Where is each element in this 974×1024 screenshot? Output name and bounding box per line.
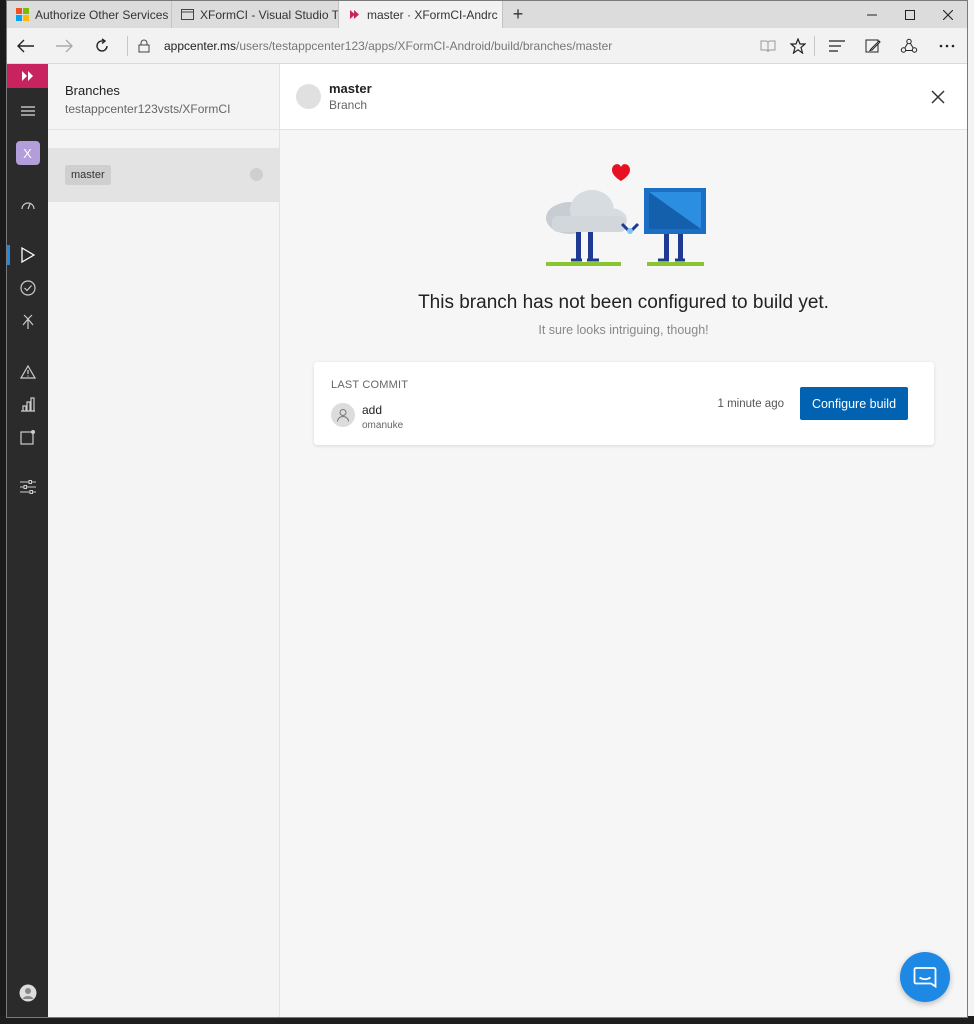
branches-header: Branches testappcenter123vsts/XFormCI <box>48 64 279 130</box>
play-icon <box>20 247 35 263</box>
more-icon <box>939 44 955 47</box>
branch-detail-header: master Branch <box>280 64 967 130</box>
tab-master-active[interactable]: master · XFormCI-Andrc ✕ <box>339 1 503 28</box>
branch-status-icon <box>296 84 321 109</box>
chat-icon <box>913 967 937 988</box>
browser-window: Authorize Other Services | M XFormCI - V… <box>6 0 968 1018</box>
page-icon <box>180 8 194 22</box>
nav-analytics[interactable] <box>7 391 48 417</box>
commit-timestamp: 1 minute ago <box>717 398 785 410</box>
nav-overview[interactable] <box>7 192 48 218</box>
tab-label: master · XFormCI-Andrc <box>367 7 498 22</box>
nav-crashes[interactable] <box>7 359 48 385</box>
window-controls <box>853 1 967 28</box>
refresh-icon <box>96 37 108 52</box>
minimize-button[interactable] <box>853 1 891 28</box>
check-circle-icon <box>19 280 36 296</box>
back-button[interactable] <box>7 28 45 64</box>
web-note-button[interactable] <box>855 28 891 64</box>
pen-icon <box>865 39 881 52</box>
branch-title: master <box>329 81 372 96</box>
sliders-icon <box>19 480 36 494</box>
branch-status-dot <box>250 168 263 181</box>
close-panel-button[interactable] <box>927 86 949 108</box>
nav-build[interactable] <box>7 242 48 268</box>
commit-message: add <box>362 403 383 417</box>
header-text: master Branch <box>329 81 372 112</box>
more-button[interactable] <box>927 28 967 64</box>
back-arrow-icon <box>17 39 34 52</box>
commit-author-avatar <box>331 403 355 427</box>
address-bar: appcenter.ms/users/testappcenter123/apps… <box>7 28 967 64</box>
branch-detail-panel: master Branch This branch has not been c… <box>280 64 967 1017</box>
repository-name: testappcenter123vsts/XFormCI <box>65 102 231 116</box>
branches-title: Branches <box>65 83 120 98</box>
new-tab-button[interactable]: + <box>503 1 533 28</box>
tab-bar: Authorize Other Services | M XFormCI - V… <box>7 1 967 28</box>
person-icon <box>337 409 349 422</box>
last-commit-card: LAST COMMIT add omanuke 1 minute ago Con… <box>314 362 934 445</box>
empty-state-subtitle: It sure looks intriguing, though! <box>538 323 709 337</box>
branches-panel: Branches testappcenter123vsts/XFormCI ma… <box>48 64 280 1017</box>
empty-state-title: This branch has not been configured to b… <box>418 292 829 313</box>
star-icon <box>790 37 806 54</box>
toolbar-divider <box>814 35 815 56</box>
warning-icon <box>19 365 36 379</box>
appcenter-logo-icon <box>347 8 361 22</box>
forward-button[interactable] <box>45 28 83 64</box>
tab-label: Authorize Other Services | M <box>35 7 171 22</box>
distribute-icon <box>22 314 33 329</box>
share-button[interactable] <box>891 28 927 64</box>
divider <box>127 35 128 56</box>
gauge-icon <box>20 202 35 210</box>
microsoft-logo-icon <box>15 8 29 22</box>
close-icon <box>931 90 945 104</box>
nav-rail: X <box>7 64 48 1017</box>
close-window-button[interactable] <box>929 1 967 28</box>
tab-authorize[interactable]: Authorize Other Services | M <box>7 1 172 28</box>
share-icon <box>900 38 918 53</box>
url-path: /users/testappcenter123/apps/XFormCI-And… <box>236 38 613 53</box>
tab-xformci-vsts[interactable]: XFormCI - Visual Studio Tear <box>172 1 339 28</box>
branch-item-master[interactable]: master <box>48 148 279 202</box>
nav-push[interactable] <box>7 424 48 450</box>
branch-name-tag: master <box>65 165 111 185</box>
branch-subtitle: Branch <box>329 98 368 112</box>
url-host: appcenter.ms <box>164 38 237 53</box>
nav-distribute[interactable] <box>7 309 48 335</box>
app-avatar: X <box>15 141 40 165</box>
hub-icon <box>829 39 845 52</box>
configure-build-button[interactable]: Configure build <box>800 387 908 420</box>
bar-chart-icon <box>20 397 35 412</box>
forward-arrow-icon <box>56 39 73 52</box>
last-commit-label: LAST COMMIT <box>331 379 409 391</box>
notification-icon <box>19 430 35 445</box>
reading-view-button[interactable] <box>750 28 786 64</box>
appcenter-logo-icon <box>21 71 33 81</box>
support-chat-button[interactable] <box>900 952 950 1002</box>
maximize-button[interactable] <box>891 1 929 28</box>
browser-toolbar <box>750 28 967 64</box>
nav-settings[interactable] <box>7 474 48 500</box>
favorite-button[interactable] <box>786 28 810 64</box>
user-account[interactable] <box>7 980 48 1006</box>
app-switcher[interactable]: X <box>7 138 48 168</box>
commit-author: omanuke <box>362 420 404 431</box>
url-field[interactable]: appcenter.ms/users/testappcenter123/apps… <box>138 39 612 53</box>
hub-button[interactable] <box>819 28 855 64</box>
appcenter-logo[interactable] <box>7 64 48 88</box>
nav-test[interactable] <box>7 275 48 301</box>
tab-label: XFormCI - Visual Studio Tear <box>200 7 338 22</box>
book-icon <box>760 40 776 52</box>
menu-button[interactable] <box>7 98 48 124</box>
hamburger-icon <box>20 106 35 116</box>
refresh-button[interactable] <box>83 28 121 64</box>
lock-icon <box>138 39 150 52</box>
user-avatar-icon <box>19 984 36 1002</box>
cloud-and-computer-illustration <box>546 164 706 266</box>
